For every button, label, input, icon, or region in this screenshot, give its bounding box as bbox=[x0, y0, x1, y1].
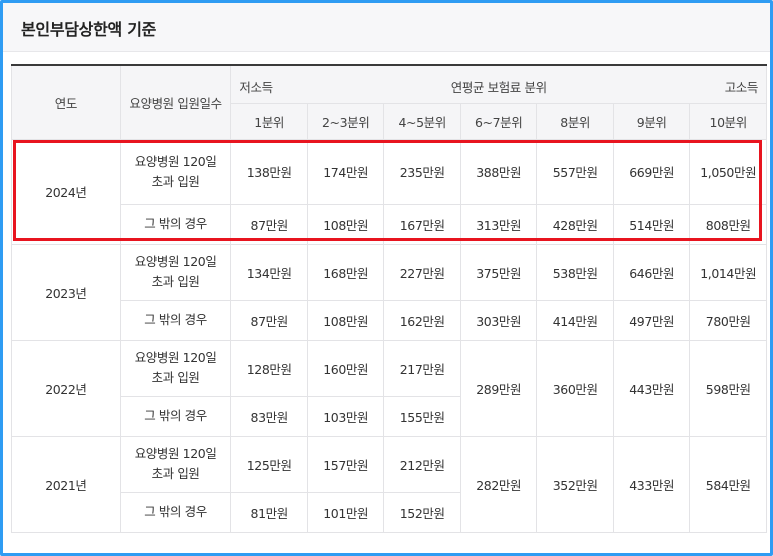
value-cell: 428만원 bbox=[536, 203, 614, 245]
header-income-span: 저소득 연평균 보험료 분위 고소득 bbox=[230, 64, 767, 104]
value-cell: 162만원 bbox=[383, 299, 461, 341]
screenshot-frame: 본인부담상한액 기준 연도 요양병원 입원일수 저소득 연평균 보험료 분위 고… bbox=[0, 0, 773, 556]
table-row: 2023년 요양병원 120일 초과 입원 134만원 168만원 227만원 3… bbox=[11, 243, 767, 341]
table-row: 2022년 요양병원 120일 초과 입원 128만원 160만원 217만원 2… bbox=[11, 339, 767, 437]
value-cell: 303만원 bbox=[459, 299, 538, 341]
value-cell: 433만원 bbox=[612, 435, 691, 533]
value-cell: 584만원 bbox=[689, 435, 767, 533]
header-decile-10: 10분위 bbox=[689, 102, 767, 140]
section-title: 본인부담상한액 기준 bbox=[21, 20, 157, 39]
value-cell: 227만원 bbox=[383, 243, 461, 301]
value-cell: 780만원 bbox=[689, 299, 767, 341]
category-over-120-days: 요양병원 120일 초과 입원 bbox=[119, 339, 232, 397]
value-cell: 388만원 bbox=[459, 138, 538, 205]
value-cell: 125만원 bbox=[230, 435, 308, 493]
value-cell: 87만원 bbox=[230, 299, 308, 341]
section-header: 본인부담상한액 기준 bbox=[3, 3, 770, 52]
header-decile-1: 1분위 bbox=[230, 102, 308, 140]
table-row: 2024년 요양병원 120일 초과 입원 138만원 174만원 235만원 3… bbox=[11, 138, 767, 245]
header-decile-9: 9분위 bbox=[612, 102, 691, 140]
value-cell: 352만원 bbox=[536, 435, 614, 533]
value-cell: 108만원 bbox=[306, 203, 385, 245]
category-over-120-days: 요양병원 120일 초과 입원 bbox=[119, 138, 232, 205]
header-high-income: 고소득 bbox=[724, 80, 759, 96]
value-cell: 217만원 bbox=[383, 339, 461, 397]
value-cell: 134만원 bbox=[230, 243, 308, 301]
table-row: 2021년 요양병원 120일 초과 입원 125만원 157만원 212만원 2… bbox=[11, 435, 767, 533]
copayment-cap-table: 연도 요양병원 입원일수 저소득 연평균 보험료 분위 고소득 1분위 2~3분… bbox=[11, 64, 767, 533]
value-cell: 289만원 bbox=[459, 339, 538, 437]
category-other: 그 밖의 경우 bbox=[119, 203, 232, 245]
value-cell: 167만원 bbox=[383, 203, 461, 245]
category-other: 그 밖의 경우 bbox=[119, 299, 232, 341]
category-over-120-days: 요양병원 120일 초과 입원 bbox=[119, 243, 232, 301]
value-cell: 443만원 bbox=[612, 339, 691, 437]
value-cell: 157만원 bbox=[306, 435, 385, 493]
header-row-1: 연도 요양병원 입원일수 저소득 연평균 보험료 분위 고소득 bbox=[11, 64, 767, 140]
header-days: 요양병원 입원일수 bbox=[119, 64, 232, 140]
value-cell: 101만원 bbox=[306, 491, 385, 533]
value-cell: 669만원 bbox=[612, 138, 691, 205]
value-cell: 160만원 bbox=[306, 339, 385, 397]
value-cell: 212만원 bbox=[383, 435, 461, 493]
value-cell: 1,014만원 bbox=[689, 243, 767, 301]
value-cell: 646만원 bbox=[612, 243, 691, 301]
value-cell: 360만원 bbox=[536, 339, 614, 437]
value-cell: 81만원 bbox=[230, 491, 308, 533]
header-decile-6-7: 6~7분위 bbox=[459, 102, 538, 140]
year-cell: 2024년 bbox=[11, 138, 121, 245]
value-cell: 152만원 bbox=[383, 491, 461, 533]
value-cell: 375만원 bbox=[459, 243, 538, 301]
value-cell: 83만원 bbox=[230, 395, 308, 437]
header-low-income: 저소득 bbox=[239, 80, 273, 96]
value-cell: 598만원 bbox=[689, 339, 767, 437]
year-cell: 2022년 bbox=[11, 339, 121, 437]
value-cell: 808만원 bbox=[689, 203, 767, 245]
header-decile-8: 8분위 bbox=[536, 102, 614, 140]
table-row: 그 밖의 경우 87만원 108만원 167만원 313만원 428만원 514… bbox=[12, 203, 767, 245]
value-cell: 155만원 bbox=[383, 395, 461, 437]
value-cell: 108만원 bbox=[306, 299, 385, 341]
value-cell: 174만원 bbox=[306, 138, 385, 205]
value-cell: 497만원 bbox=[612, 299, 691, 341]
header-decile-4-5: 4~5분위 bbox=[383, 102, 461, 140]
table-row: 그 밖의 경우 87만원 108만원 162만원 303만원 414만원 497… bbox=[12, 299, 767, 341]
value-cell: 1,050만원 bbox=[689, 138, 767, 205]
value-cell: 138만원 bbox=[230, 138, 308, 205]
value-cell: 313만원 bbox=[459, 203, 538, 245]
value-cell: 414만원 bbox=[536, 299, 614, 341]
value-cell: 538만원 bbox=[536, 243, 614, 301]
category-other: 그 밖의 경우 bbox=[119, 491, 232, 533]
value-cell: 557만원 bbox=[536, 138, 614, 205]
year-cell: 2023년 bbox=[11, 243, 121, 341]
year-cell: 2021년 bbox=[11, 435, 121, 533]
value-cell: 235만원 bbox=[383, 138, 461, 205]
value-cell: 103만원 bbox=[306, 395, 385, 437]
category-over-120-days: 요양병원 120일 초과 입원 bbox=[119, 435, 232, 493]
category-other: 그 밖의 경우 bbox=[119, 395, 232, 437]
header-year: 연도 bbox=[11, 64, 121, 140]
value-cell: 514만원 bbox=[612, 203, 691, 245]
value-cell: 168만원 bbox=[306, 243, 385, 301]
value-cell: 282만원 bbox=[459, 435, 538, 533]
value-cell: 87만원 bbox=[230, 203, 308, 245]
header-decile-2-3: 2~3분위 bbox=[306, 102, 385, 140]
value-cell: 128만원 bbox=[230, 339, 308, 397]
header-decile-title: 연평균 보험료 분위 bbox=[450, 80, 547, 96]
